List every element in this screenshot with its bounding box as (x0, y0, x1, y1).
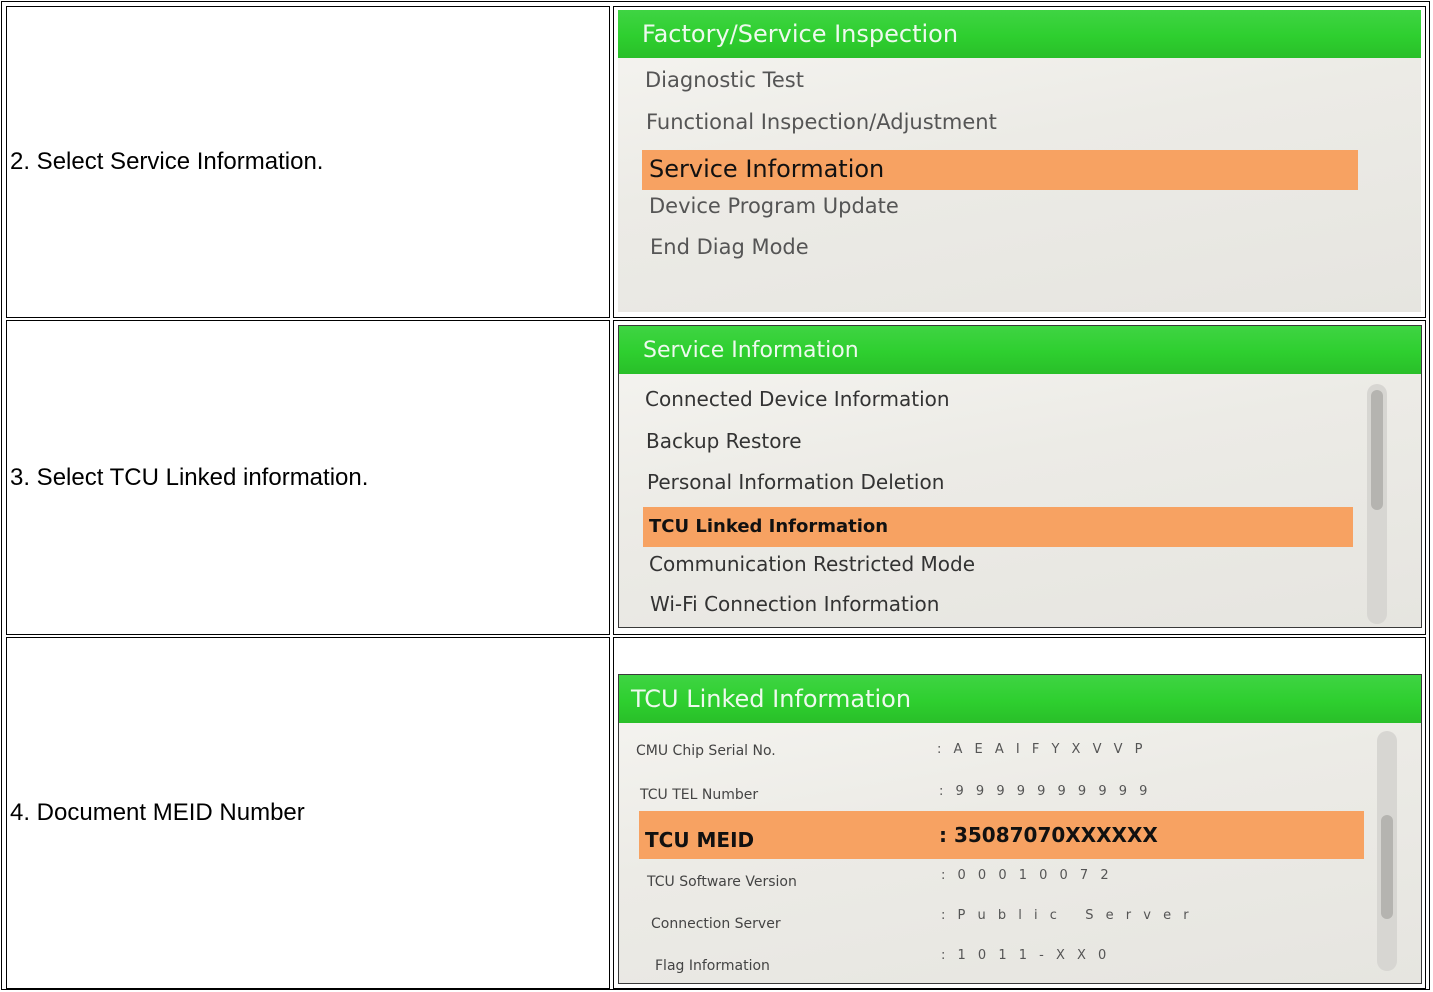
step-cell-4: 4. Document MEID Number (6, 637, 610, 989)
scrollbar-track[interactable] (1377, 731, 1397, 971)
field-value-connection-server: : P u b l i c S e r v e r (941, 908, 1193, 923)
screen-header: TCU Linked Information (619, 675, 1421, 723)
screen-title: TCU Linked Information (631, 685, 912, 713)
menu-item-tcu-linked-information[interactable]: TCU Linked Information (643, 507, 1353, 547)
menu-item-label: Service Information (649, 155, 885, 183)
menu-item-device-program-update[interactable]: Device Program Update (649, 194, 899, 218)
field-value-cmu-chip-serial: : A E A I F Y X V V P (937, 742, 1147, 757)
field-value-tcu-software-version: : 0 0 0 1 0 0 7 2 (941, 868, 1113, 883)
field-value-tcu-meid: : 35087070XXXXXX (939, 823, 1158, 847)
screen-title: Factory/Service Inspection (642, 20, 959, 48)
field-label-tcu-tel-number: TCU TEL Number (640, 787, 759, 803)
field-label-cmu-chip-serial: CMU Chip Serial No. (636, 743, 776, 759)
scrollbar-thumb[interactable] (1371, 390, 1383, 510)
step-text: 4. Document MEID Number (10, 799, 305, 826)
field-label-connection-server: Connection Server (651, 916, 781, 932)
menu-item-backup-restore[interactable]: Backup Restore (646, 429, 802, 453)
menu-item-diagnostic-test[interactable]: Diagnostic Test (645, 68, 804, 92)
screenshot-cell-3: Service Information Connected Device Inf… (613, 320, 1426, 635)
step-text: 3. Select TCU Linked information. (10, 463, 369, 491)
menu-item-label: TCU Linked Information (649, 516, 889, 537)
menu-item-end-diag-mode[interactable]: End Diag Mode (650, 235, 809, 259)
tcu-linked-information-screen: TCU Linked Information CMU Chip Serial N… (618, 674, 1422, 984)
factory-service-screen: Factory/Service Inspection Diagnostic Te… (618, 10, 1421, 312)
menu-item-communication-restricted-mode[interactable]: Communication Restricted Mode (649, 552, 975, 576)
screen-title: Service Information (643, 338, 859, 363)
screenshot-cell-2: Factory/Service Inspection Diagnostic Te… (613, 6, 1426, 318)
menu-item-personal-information-deletion[interactable]: Personal Information Deletion (647, 470, 944, 494)
step-cell-2: 2. Select Service Information. (6, 6, 610, 318)
field-value-flag-information: : 1 0 1 1 - X X 0 (941, 948, 1111, 963)
field-value-tcu-tel-number: : 9 9 9 9 9 9 9 9 9 9 (939, 784, 1152, 799)
menu-item-functional-inspection[interactable]: Functional Inspection/Adjustment (646, 110, 997, 134)
field-label-tcu-software-version: TCU Software Version (647, 874, 797, 890)
scrollbar-track[interactable] (1367, 384, 1387, 624)
field-row-tcu-meid[interactable]: TCU MEID : 35087070XXXXXX (639, 811, 1364, 859)
menu-item-connected-device-information[interactable]: Connected Device Information (645, 387, 950, 411)
step-cell-3: 3. Select TCU Linked information. (6, 320, 610, 635)
screenshot-cell-4: TCU Linked Information CMU Chip Serial N… (613, 637, 1426, 989)
field-label-tcu-meid: TCU MEID (645, 828, 755, 852)
instruction-table: 2. Select Service Information. Factory/S… (1, 1, 1430, 990)
service-information-screen: Service Information Connected Device Inf… (618, 325, 1422, 628)
scrollbar-thumb[interactable] (1381, 815, 1393, 919)
screen-header: Factory/Service Inspection (618, 10, 1421, 58)
menu-item-wifi-connection-information[interactable]: Wi-Fi Connection Information (650, 592, 939, 616)
step-text: 2. Select Service Information. (10, 148, 324, 175)
screen-header: Service Information (619, 326, 1421, 374)
menu-item-service-information[interactable]: Service Information (642, 150, 1358, 190)
field-label-flag-information: Flag Information (655, 958, 770, 974)
